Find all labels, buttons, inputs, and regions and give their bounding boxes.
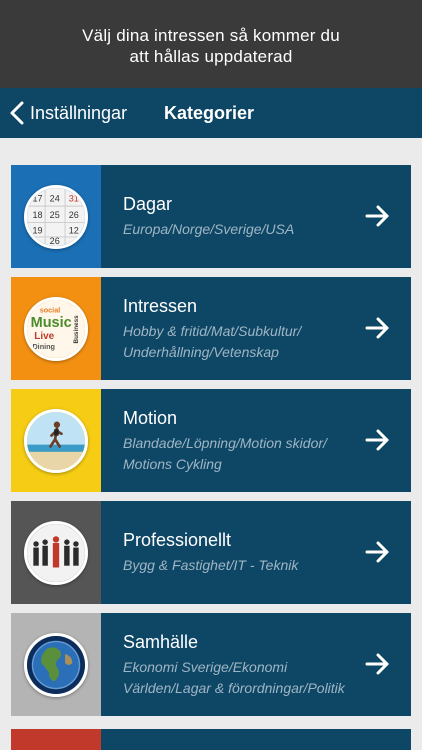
cloud-word: Music — [31, 315, 72, 331]
calendar-number: 24 — [50, 193, 60, 203]
arrow-right-icon — [365, 429, 389, 451]
arrow-right-icon — [365, 205, 389, 227]
category-row-intressen[interactable]: social Music Live Dining Business Intres… — [11, 277, 411, 380]
cloud-word: social — [40, 305, 61, 314]
category-title: Intressen — [123, 295, 198, 316]
calendar-icon: 17 24 31 25 18 19 26 12 26 — [24, 184, 88, 249]
calendar-number: 19 — [32, 225, 42, 235]
back-button[interactable]: Inställningar — [9, 88, 127, 138]
page-title: Kategorier — [164, 103, 255, 123]
runner-icon — [24, 408, 88, 473]
business-people-icon — [24, 520, 88, 585]
word-cloud-icon: social Music Live Dining Business — [24, 296, 88, 361]
arrow-right-icon — [365, 653, 389, 675]
category-thumb-professionellt — [11, 501, 101, 604]
category-thumb-partial — [11, 729, 101, 750]
category-subtitle: Blandade/Löpning/Motion skidor/ Motions … — [123, 434, 327, 472]
arrow-right-icon — [365, 317, 389, 339]
category-subtitle: Hobby & fritid/Mat/Subkultur/ Underhålln… — [123, 322, 302, 360]
category-thumb-samhalle — [11, 613, 101, 716]
arrow-right-icon — [365, 541, 389, 563]
chevron-left-icon — [10, 101, 24, 125]
category-thumb-dagar: 17 24 31 25 18 19 26 12 26 — [11, 165, 101, 268]
category-subtitle: Ekonomi Sverige/Ekonomi Världen/Lagar & … — [123, 658, 345, 696]
category-thumb-intressen: social Music Live Dining Business — [11, 277, 101, 380]
cloud-word: Live — [34, 330, 54, 341]
cloud-word: Dining — [32, 341, 55, 350]
navigation-bar: Inställningar Kategorier — [0, 88, 422, 138]
category-thumb-motion — [11, 389, 101, 492]
category-title: Dagar — [123, 194, 173, 214]
calendar-number: 25 — [50, 209, 60, 219]
category-row-partial[interactable] — [11, 729, 411, 750]
category-title: Motion — [123, 407, 178, 428]
category-subtitle: Bygg & Fastighet/IT - Teknik — [123, 557, 299, 573]
banner-line-2: att hållas uppdaterad — [129, 47, 293, 66]
category-title: Professionellt — [123, 530, 232, 550]
calendar-number: 26 — [69, 209, 79, 219]
calendar-number: 31 — [69, 193, 79, 203]
calendar-number: 12 — [69, 225, 79, 235]
globe-icon — [24, 632, 88, 697]
category-row-motion[interactable]: Motion Blandade/Löpning/Motion skidor/ M… — [11, 389, 411, 492]
banner-line-1: Välj dina intressen så kommer du — [82, 26, 340, 45]
category-subtitle: Europa/Norge/Sverige/USA — [123, 221, 295, 237]
calendar-number: 18 — [32, 209, 42, 219]
cloud-word: Business — [73, 314, 80, 343]
category-row-dagar[interactable]: 17 24 31 25 18 19 26 12 26 Dagar Europa/… — [11, 165, 411, 268]
category-list: 17 24 31 25 18 19 26 12 26 Dagar Europa/… — [11, 165, 411, 725]
category-row-samhalle[interactable]: Samhälle Ekonomi Sverige/Ekonomi Världen… — [11, 613, 411, 716]
category-row-professionellt[interactable]: Professionellt Bygg & Fastighet/IT - Tek… — [11, 501, 411, 604]
category-title: Samhälle — [123, 631, 199, 652]
calendar-number: 17 — [32, 193, 42, 203]
back-button-label: Inställningar — [30, 102, 128, 123]
calendar-number: 26 — [50, 236, 60, 246]
promo-banner: Välj dina intressen så kommer du att hål… — [0, 0, 422, 88]
